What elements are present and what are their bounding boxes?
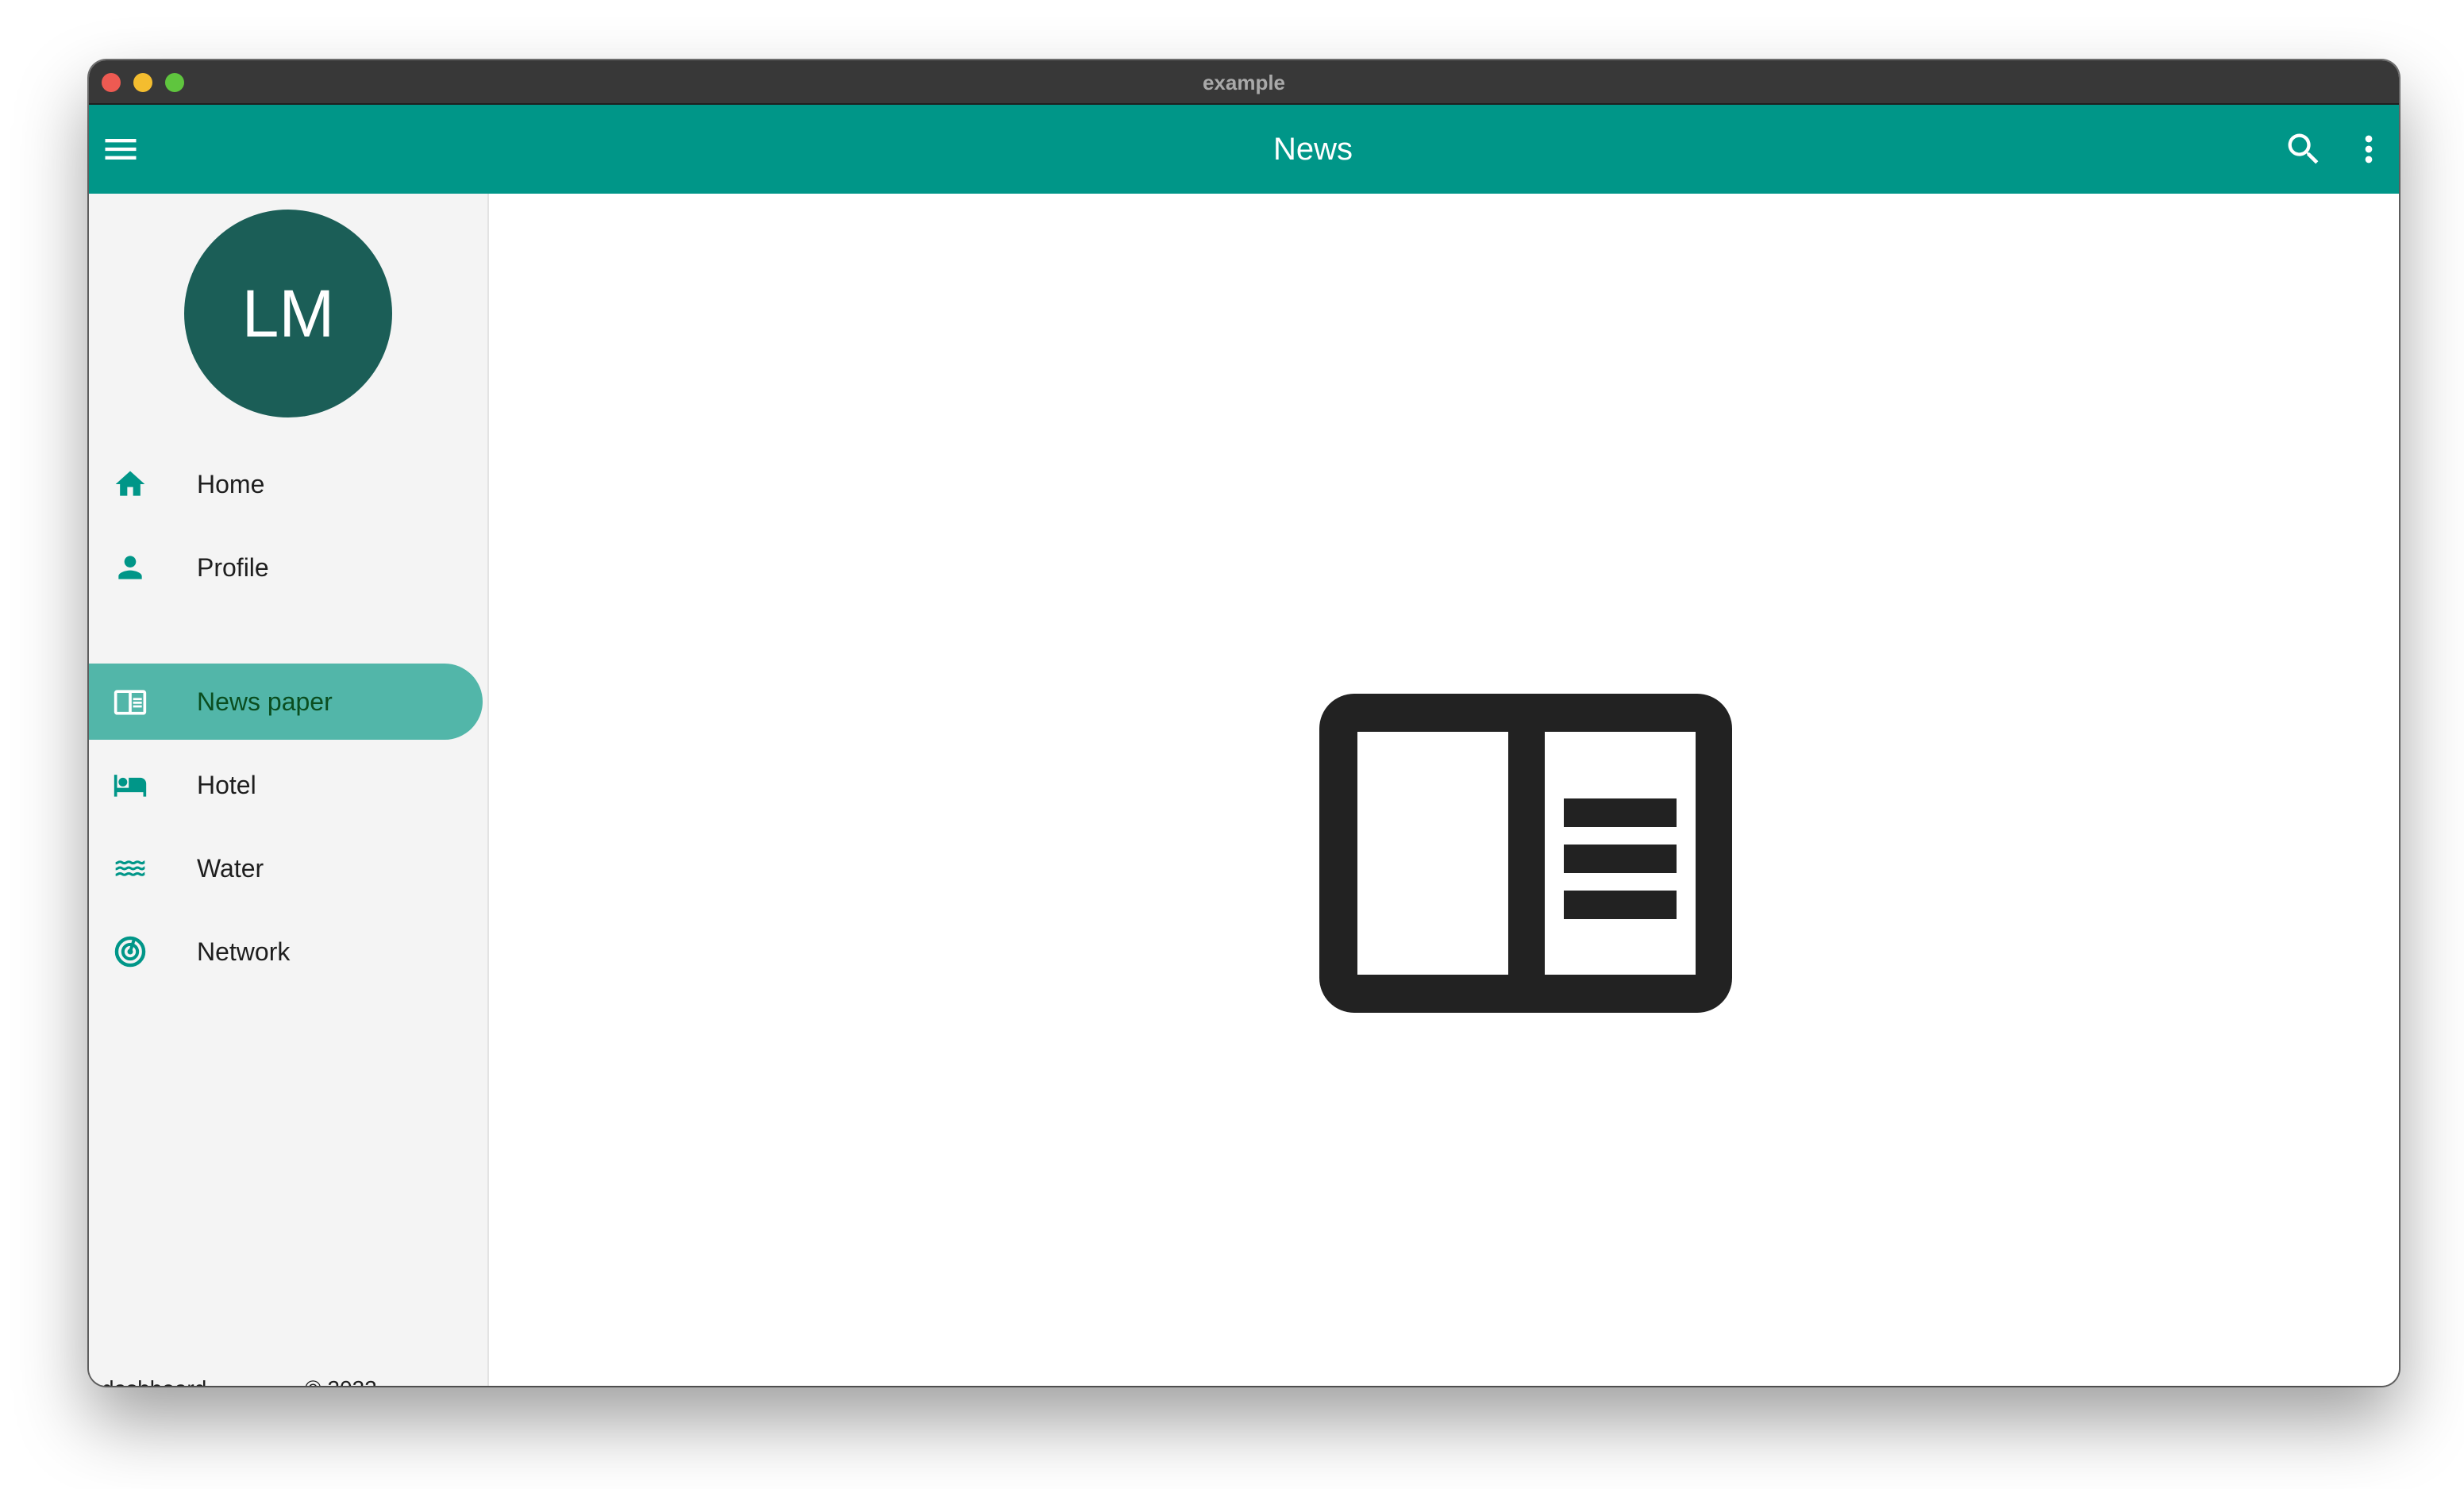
sidebar-item-label: Network bbox=[197, 937, 291, 966]
home-icon bbox=[115, 471, 145, 496]
newspaper-icon bbox=[1319, 694, 1732, 1013]
sidebar-item-hotel[interactable]: Hotel bbox=[89, 747, 483, 823]
sidebar-item-label: Water bbox=[197, 854, 264, 883]
navigation-drawer: LM Home Profile News paper Hotel Water N… bbox=[89, 194, 489, 1386]
search-icon bbox=[2288, 133, 2319, 164]
sidebar-item-news-paper[interactable]: News paper bbox=[89, 664, 483, 740]
person-icon bbox=[118, 556, 142, 579]
window-titlebar[interactable]: example bbox=[89, 60, 2399, 105]
sidebar-item-label: News paper bbox=[197, 687, 333, 716]
waves-icon bbox=[115, 860, 145, 876]
more-options-button[interactable] bbox=[2348, 129, 2389, 170]
sidebar-item-home[interactable]: Home bbox=[89, 446, 483, 522]
screen: example News LM Home Profile News paper … bbox=[0, 0, 2464, 1489]
network-radar-icon bbox=[114, 936, 146, 968]
more-vert-icon bbox=[2365, 135, 2373, 164]
app-bar: News bbox=[89, 105, 2399, 194]
app-window: example News LM Home Profile News paper … bbox=[89, 60, 2399, 1386]
footer-copyright: © 2022 bbox=[305, 1375, 377, 1386]
window-title: example bbox=[1202, 71, 1286, 94]
sidebar-item-label: Hotel bbox=[197, 771, 256, 799]
sidebar-item-label: Profile bbox=[197, 553, 269, 582]
newspaper-icon bbox=[114, 690, 147, 715]
search-button[interactable] bbox=[2283, 129, 2324, 170]
main-content bbox=[489, 194, 2399, 1386]
footer-app-name: dashboard bbox=[102, 1375, 206, 1386]
hotel-bed-icon bbox=[114, 775, 147, 797]
sidebar-item-label: Home bbox=[197, 470, 265, 498]
app-bar-title: News bbox=[1272, 132, 1353, 167]
avatar[interactable]: LM bbox=[184, 210, 392, 417]
sidebar-item-water[interactable]: Water bbox=[89, 830, 483, 906]
sidebar-item-profile[interactable]: Profile bbox=[89, 529, 483, 606]
sidebar-item-network[interactable]: Network bbox=[89, 914, 483, 990]
